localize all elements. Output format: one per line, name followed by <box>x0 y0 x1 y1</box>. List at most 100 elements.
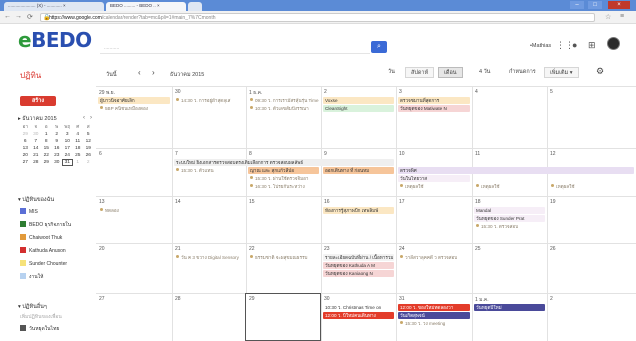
day-number[interactable]: 29 <box>249 296 255 302</box>
calendar-event[interactable]: เหตุผลใช้ <box>549 183 634 190</box>
calendar-item[interactable]: Kathuda Anuson <box>20 247 66 254</box>
mini-day[interactable]: 11 <box>73 138 84 145</box>
calendar-item[interactable]: งานให้ <box>20 273 43 281</box>
day-number[interactable]: 28 <box>175 296 181 302</box>
mini-day[interactable]: 22 <box>41 152 52 159</box>
mini-day[interactable]: 21 <box>31 152 42 159</box>
bedo-logo[interactable]: eBEDO <box>18 28 92 52</box>
forward-icon[interactable]: → <box>15 13 22 20</box>
browser-tab[interactable]: ...................... (X) - ...........… <box>4 2 104 11</box>
day-number[interactable]: 31 <box>399 296 405 302</box>
calendar-event[interactable]: เหตุผลใช้ <box>474 183 545 190</box>
day-number[interactable]: 11 <box>475 151 480 157</box>
url-field[interactable]: 🔒 https://www.google.com/calendar/render… <box>40 13 595 22</box>
calendar-event[interactable]: Voxse <box>323 97 394 104</box>
calendar-event[interactable]: ห้องการรู้สุภาพปีก เทพลิมพ์ <box>323 207 394 214</box>
day-number[interactable]: 21 <box>175 246 181 252</box>
view-day[interactable]: วัน <box>383 67 400 78</box>
calendar-event[interactable]: CleanSight <box>323 105 394 112</box>
calendar-event[interactable]: วันหยุดของ Kaniaong N <box>323 270 394 277</box>
mini-day[interactable]: 15 <box>41 145 52 152</box>
calendar-event[interactable]: 14:30 ว. การอยู่ผ้าสุดลุเส <box>174 97 244 104</box>
calendar-event[interactable]: ผู้บาวนิจอาศัยเลิก <box>98 97 170 104</box>
mini-day[interactable]: 4 <box>73 131 84 138</box>
new-tab-button[interactable] <box>188 2 202 11</box>
maximize-button[interactable]: □ <box>588 1 602 9</box>
day-number[interactable]: 9 <box>324 151 327 157</box>
day-number[interactable]: 1 ธ.ค. <box>249 89 262 97</box>
calendar-event[interactable]: เหตุผลใช้ <box>398 183 470 190</box>
day-number[interactable]: 16 <box>324 199 330 205</box>
search-button[interactable]: ⌕ <box>371 41 387 53</box>
calendar-item[interactable]: MIS <box>20 208 38 215</box>
mini-day[interactable]: 17 <box>62 145 73 152</box>
today-button[interactable]: วันนี้ <box>106 71 117 79</box>
day-number[interactable]: 7 <box>175 151 178 157</box>
day-number[interactable]: 29 พ.ย. <box>99 89 115 97</box>
calendar-event[interactable]: 12:00 ว. ของใหม่ทดลองวา <box>398 304 470 311</box>
view-month[interactable]: เดือน <box>438 67 463 78</box>
day-number[interactable]: 10 <box>399 151 405 157</box>
other-calendars-toggle[interactable]: ▾ ปฏิทินอื่นๆ <box>18 303 47 311</box>
mini-day[interactable]: 24 <box>62 152 73 159</box>
calendar-event[interactable]: ออกเดินทาง ที่ ก่อนหม <box>323 167 394 174</box>
prev-month-button[interactable]: ‹ <box>138 68 141 77</box>
day-number[interactable]: 22 <box>249 246 255 252</box>
day-number[interactable]: 20 <box>99 246 105 252</box>
mini-day[interactable]: 25 <box>73 152 84 159</box>
calendar-event[interactable]: ทดลอง <box>98 207 170 214</box>
mini-day[interactable]: 2 <box>83 159 94 166</box>
my-calendars-toggle[interactable]: ▾ ปฏิทินของฉัน <box>18 196 54 204</box>
calendar-event[interactable]: 16:30 ว. โปรยกันระหว่าง <box>248 183 319 190</box>
share-icon[interactable]: ⊞ <box>588 40 596 51</box>
search-input[interactable]: ........... <box>100 42 370 54</box>
calendar-event[interactable]: ตรวจพิศ <box>398 167 634 174</box>
mini-next-icon[interactable]: › <box>90 115 92 121</box>
calendar-event[interactable]: 15:30 ว. วง meeting <box>398 320 470 327</box>
calendar-item[interactable]: Chaiwoot Thuk <box>20 234 62 241</box>
close-window-button[interactable]: × <box>608 1 630 9</box>
calendar-event[interactable]: ระบบใหม่ ยิงเอกสารตรวจสอบตรงเติมเลือกการ… <box>174 159 394 166</box>
calendar-event[interactable]: 12:00 ว. ปีใหม่คนเดินทาง <box>323 312 394 319</box>
day-number[interactable]: 12 <box>550 151 556 157</box>
mini-day[interactable]: 7 <box>31 138 42 145</box>
next-month-button[interactable]: › <box>152 68 155 77</box>
mini-day[interactable]: 30 <box>52 159 63 166</box>
calendar-event[interactable]: วันเกิดสุพจน์ <box>398 312 470 319</box>
mini-day[interactable]: 8 <box>41 138 52 145</box>
day-number[interactable]: 15 <box>249 199 255 205</box>
view-agenda[interactable]: กำหนดการ <box>504 67 541 78</box>
mini-day[interactable]: 3 <box>62 131 73 138</box>
star-icon[interactable]: ☆ <box>605 13 611 21</box>
mini-day[interactable]: 27 <box>20 159 31 166</box>
calendar-event[interactable]: 10:30 ว. Christmas Time on <box>323 304 394 311</box>
calendar-event[interactable]: วันหยุดของ Matiwate N <box>398 105 470 112</box>
user-name[interactable]: •Mathias <box>530 43 551 49</box>
day-number[interactable]: 14 <box>175 199 181 205</box>
mini-day[interactable]: 14 <box>31 145 42 152</box>
mini-day[interactable]: 1 <box>41 131 52 138</box>
other-calendar-item[interactable]: วันหยุดในไทย <box>20 325 59 333</box>
calendar-event[interactable]: วันหยุดของ Sunder Prat <box>474 215 545 222</box>
mini-day[interactable]: 28 <box>31 159 42 166</box>
today-cell[interactable] <box>245 293 321 341</box>
mini-day[interactable]: 31 <box>62 159 73 166</box>
calendar-item[interactable]: BEDO ธุรกิจภายใน <box>20 221 71 229</box>
minimize-button[interactable]: – <box>570 1 584 9</box>
calendar-event[interactable]: ธรรมชาติ จะผสุขมณธรรบ <box>248 254 319 261</box>
mini-day[interactable]: 10 <box>62 138 73 145</box>
calendar-event[interactable]: รายละเอียดฉบับที่ผ่าน / เนื้อหารวม <box>323 254 394 261</box>
calendar-event[interactable]: 15:30 ว. ผ่านใช้ตรวจจิมอา <box>248 175 319 182</box>
calendar-event[interactable]: Mandal <box>474 207 545 214</box>
calendar-item[interactable]: Sunder Chounter <box>20 260 67 267</box>
mini-day[interactable]: 2 <box>52 131 63 138</box>
calendar-event[interactable]: 10:30 ว. ตัวเลขสัมปังรรณา <box>248 105 319 112</box>
mini-day[interactable]: 1 <box>73 159 84 166</box>
calendar-event[interactable]: ญาณ และ สุกแก้วลีป่อ <box>248 167 319 174</box>
mini-day[interactable]: 18 <box>73 145 84 152</box>
day-number[interactable]: 26 <box>550 246 556 252</box>
calendar-event[interactable]: 15:30 ว. ตรวจสอบ <box>474 223 545 230</box>
day-number[interactable]: 17 <box>399 199 405 205</box>
mini-day[interactable]: 29 <box>41 159 52 166</box>
calendar-event[interactable]: วันหยุดปีใหม่ <box>474 304 545 311</box>
